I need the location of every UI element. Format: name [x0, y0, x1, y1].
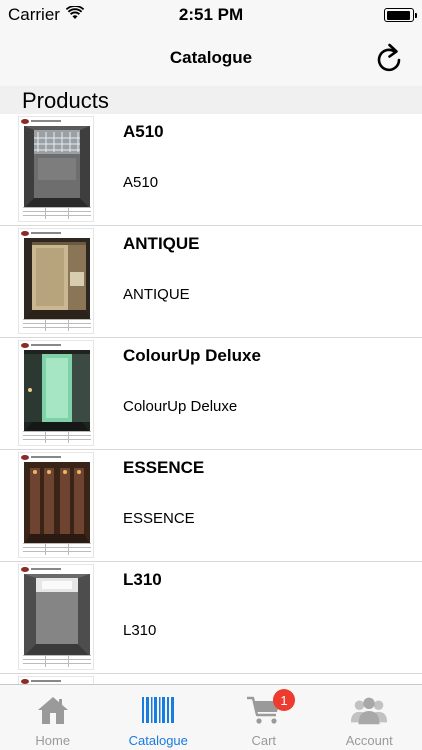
refresh-icon: [377, 43, 401, 72]
product-thumbnail: [18, 116, 94, 222]
tab-home[interactable]: Home: [0, 685, 106, 750]
battery-icon: [384, 8, 417, 22]
tab-label: Home: [35, 733, 71, 748]
tab-cart[interactable]: 1 Cart: [211, 685, 317, 750]
tab-catalogue[interactable]: Catalogue: [106, 685, 212, 750]
product-row-partial[interactable]: [0, 674, 422, 684]
refresh-button[interactable]: [374, 42, 404, 74]
product-row[interactable]: ColourUp Deluxe ColourUp Deluxe: [0, 338, 422, 450]
home-icon: [33, 691, 73, 729]
cart-badge: 1: [273, 689, 295, 711]
product-description: L310: [123, 622, 157, 639]
account-icon: [349, 691, 389, 729]
product-name: ESSENCE: [123, 458, 205, 477]
product-name: ANTIQUE: [123, 234, 200, 253]
product-row[interactable]: ANTIQUE ANTIQUE: [0, 226, 422, 338]
product-thumbnail: [18, 452, 94, 558]
tab-label: Catalogue: [128, 733, 188, 748]
carrier-label: Carrier: [8, 5, 60, 24]
tab-bar: Home Catalogue 1 Cart Account: [0, 684, 422, 750]
product-thumbnail: [18, 228, 94, 334]
section-header: Products: [0, 86, 422, 114]
product-name: A510: [123, 122, 164, 141]
product-row[interactable]: ESSENCE ESSENCE: [0, 450, 422, 562]
product-name: ColourUp Deluxe: [123, 346, 261, 365]
product-thumbnail: [18, 564, 94, 670]
barcode-icon: [138, 691, 178, 729]
product-thumbnail: [18, 676, 94, 684]
product-name: L310: [123, 570, 162, 589]
product-description: ESSENCE: [123, 510, 195, 527]
wifi-icon: [65, 5, 85, 25]
tab-account[interactable]: Account: [317, 685, 422, 750]
status-left: Carrier: [8, 5, 85, 25]
tab-label: Cart: [251, 733, 277, 748]
product-list[interactable]: A510 A510 ANTIQUE ANTIQUE ColourUp Delux…: [0, 114, 422, 684]
product-description: A510: [123, 174, 159, 191]
tab-label: Account: [345, 733, 393, 748]
status-bar: Carrier 2:51 PM: [0, 0, 422, 30]
product-row[interactable]: L310 L310: [0, 562, 422, 674]
product-description: ColourUp Deluxe: [123, 398, 238, 415]
battery-fill: [386, 10, 411, 20]
product-thumbnail: [18, 340, 94, 446]
page-title: Catalogue: [169, 48, 253, 67]
app-screen: Carrier 2:51 PM Catalogue Products A510 …: [0, 0, 422, 750]
product-description: ANTIQUE: [123, 286, 190, 303]
navigation-bar: Catalogue: [0, 30, 422, 86]
product-row[interactable]: A510 A510: [0, 114, 422, 226]
